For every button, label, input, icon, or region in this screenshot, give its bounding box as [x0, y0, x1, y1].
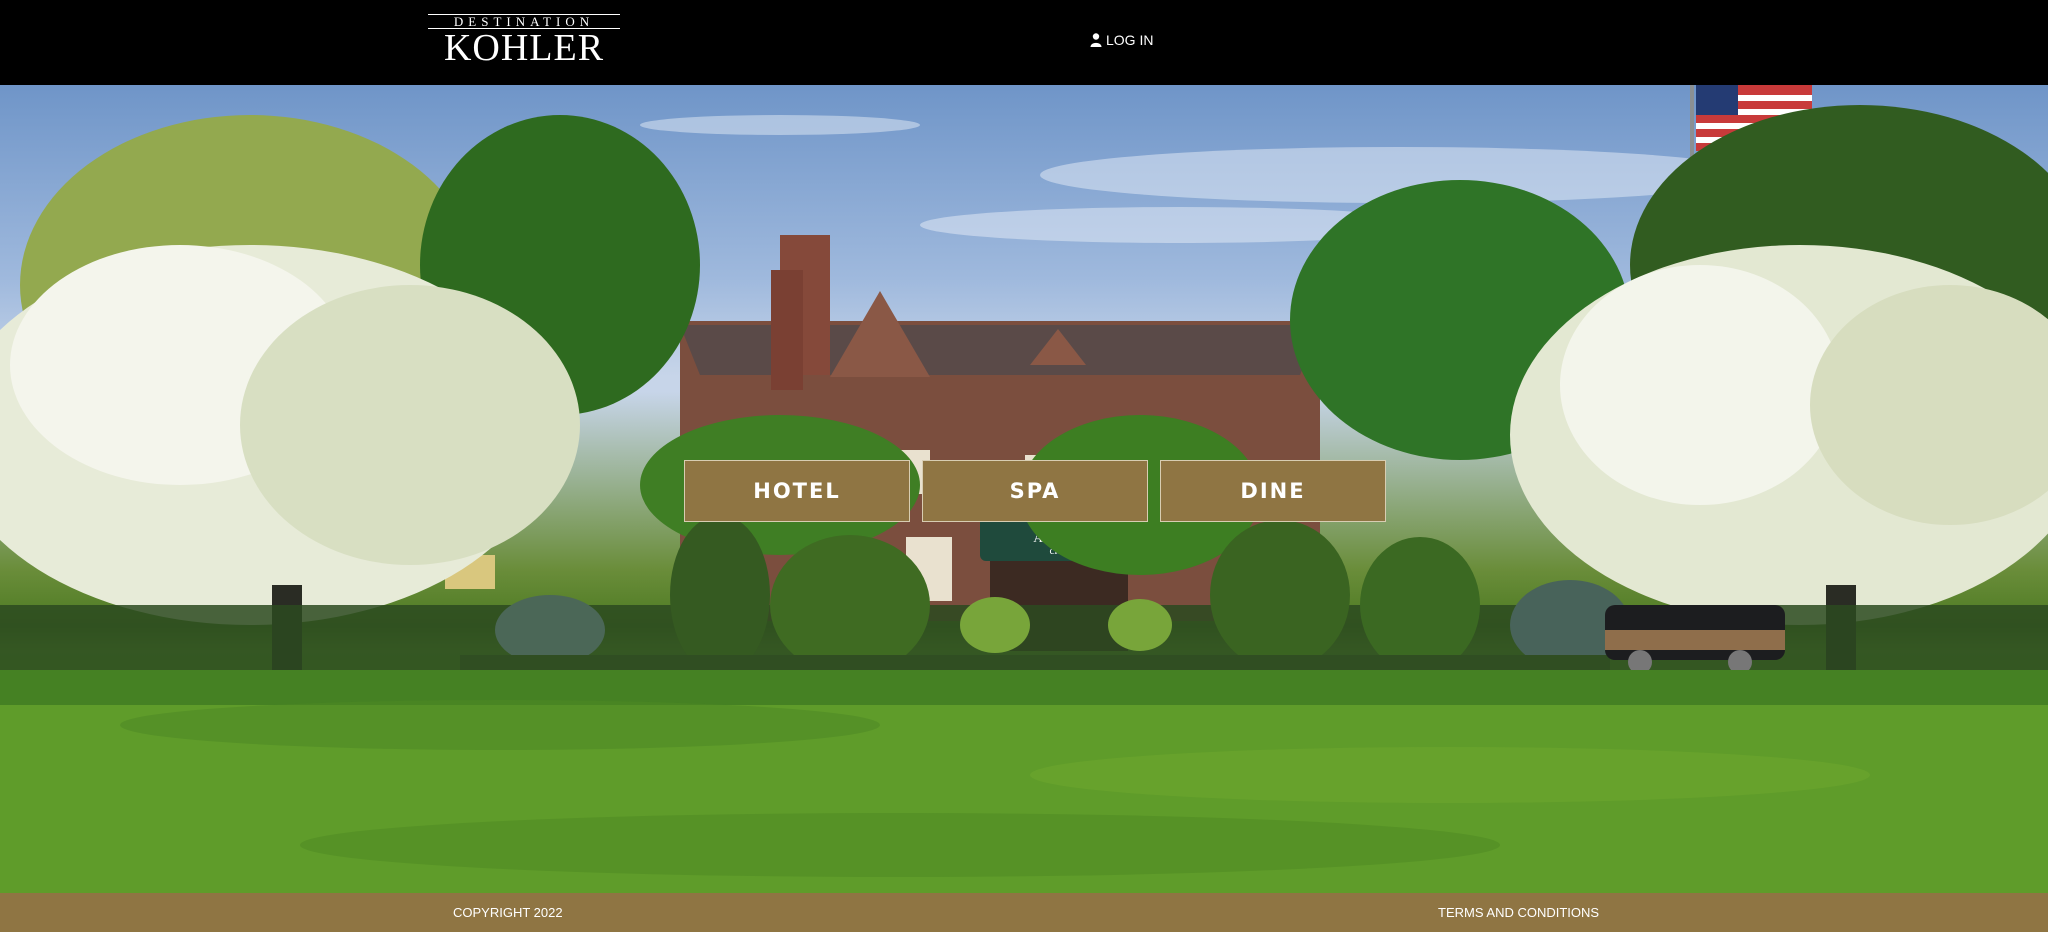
- spa-button[interactable]: SPA: [922, 460, 1148, 522]
- user-icon: [1090, 33, 1102, 47]
- login-link[interactable]: LOG IN: [1090, 30, 1153, 50]
- copyright-text: COPYRIGHT 2022: [453, 905, 563, 920]
- hero-image: the American club: [0, 85, 2048, 893]
- terms-and-conditions-link[interactable]: TERMS AND CONDITIONS: [1438, 905, 1599, 920]
- site-footer: COPYRIGHT 2022 TERMS AND CONDITIONS: [0, 893, 2048, 932]
- logo-kohler-text: KOHLER: [443, 27, 605, 69]
- dine-button[interactable]: DINE: [1160, 460, 1386, 522]
- hotel-button[interactable]: HOTEL: [684, 460, 910, 522]
- site-header: DESTINATION KOHLER LOG IN: [0, 0, 2048, 85]
- primary-navigation: HOTEL SPA DINE: [684, 460, 1386, 522]
- destination-kohler-logo[interactable]: DESTINATION KOHLER: [428, 14, 620, 69]
- login-label: LOG IN: [1106, 32, 1154, 48]
